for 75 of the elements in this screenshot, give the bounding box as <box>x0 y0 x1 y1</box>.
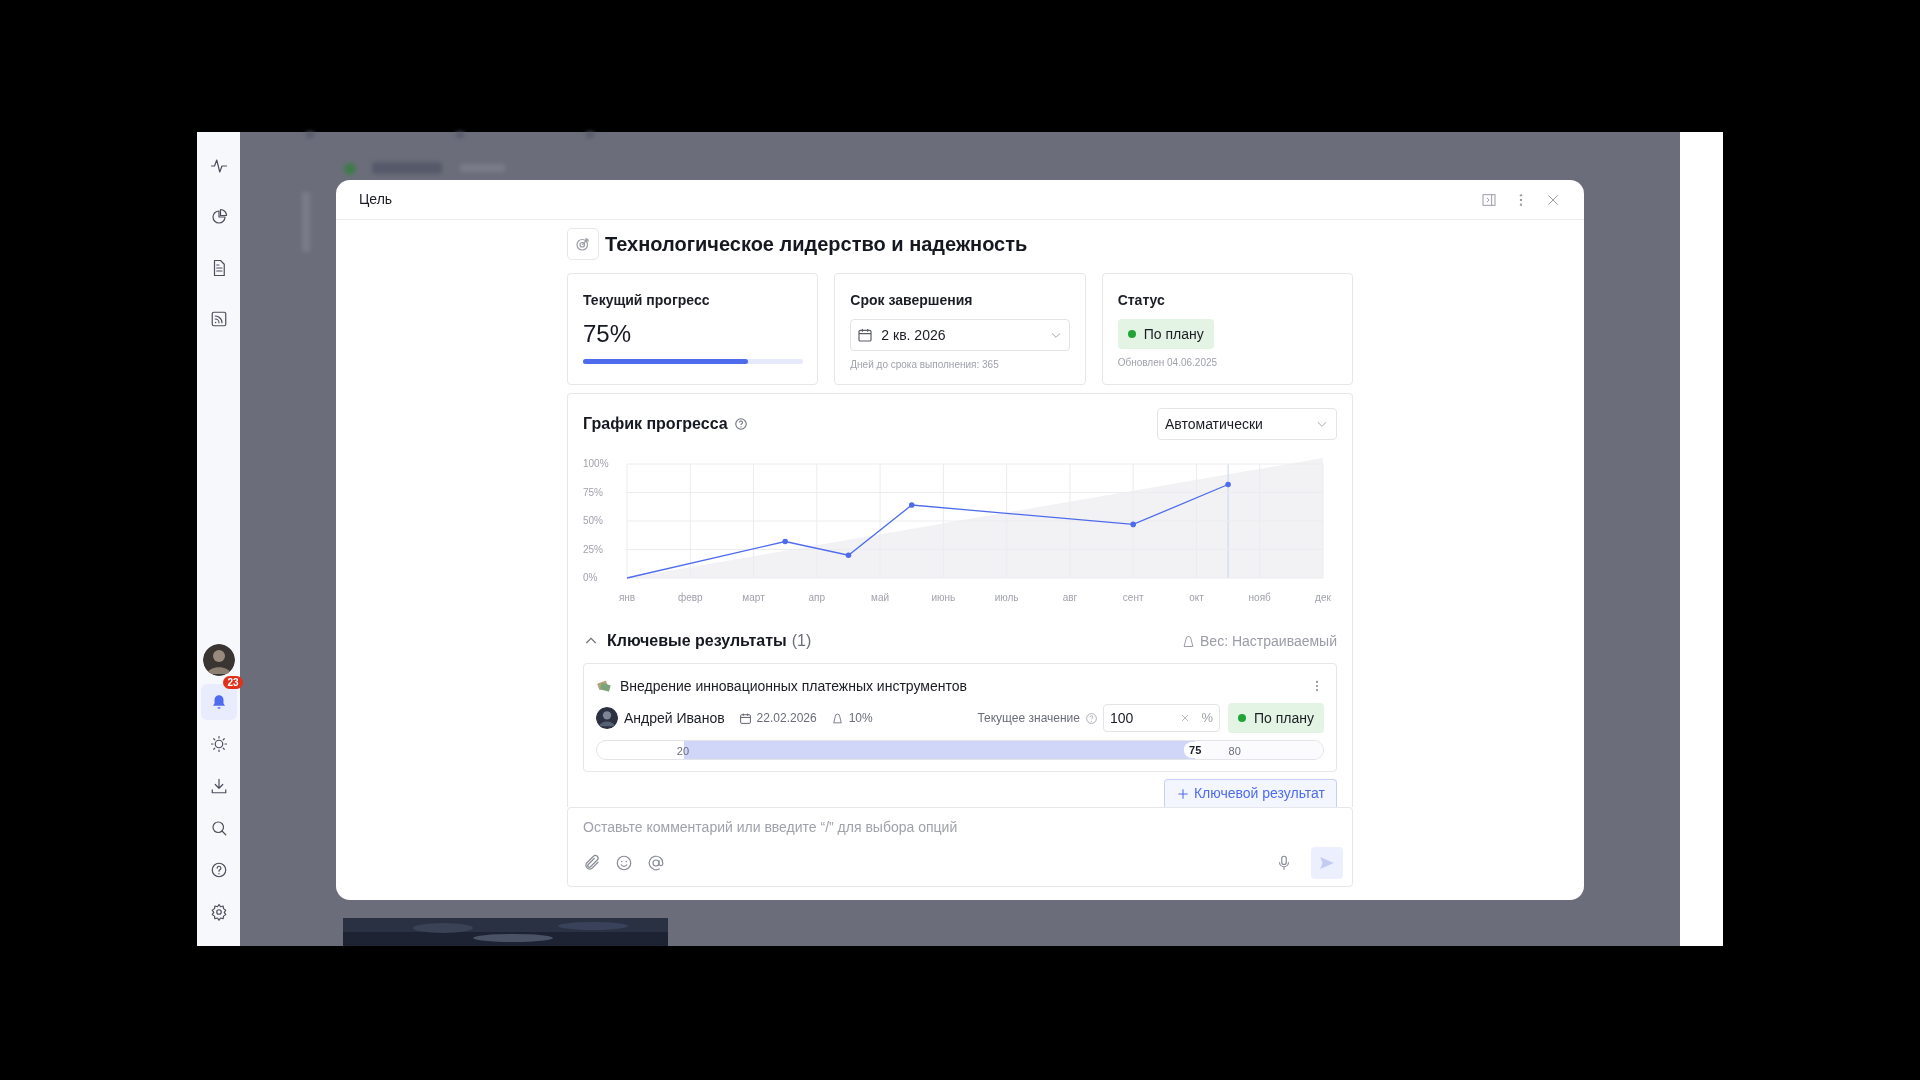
current-value-handle[interactable]: 75 <box>1184 742 1207 758</box>
download-icon <box>209 777 228 795</box>
feed-icon <box>209 310 228 328</box>
add-key-result-button[interactable]: Ключевой результат <box>1163 779 1337 807</box>
help-icon[interactable] <box>733 417 748 431</box>
chart-title: График прогресса <box>583 414 728 434</box>
x-tick-label: нояб <box>1248 592 1271 604</box>
value-label: Текущее значение <box>977 710 1080 727</box>
card-heading: Текущий прогресс <box>583 291 711 310</box>
help-icon <box>209 861 228 879</box>
mention-icon[interactable] <box>647 854 665 872</box>
target-icon <box>574 235 592 253</box>
data-point <box>1225 481 1231 488</box>
dialog-title: Цель <box>359 190 393 209</box>
owner-name: Андрей Иванов <box>624 708 725 728</box>
result-weight: 10% <box>848 710 873 727</box>
x-tick-label: май <box>871 592 890 604</box>
x-tick-label: июль <box>994 592 1019 604</box>
y-tick-label: 25% <box>583 543 603 556</box>
x-tick-label: сент <box>1122 592 1144 604</box>
goal-title: Технологическое лидерство и надежность <box>605 232 1028 257</box>
card-heading: Статус <box>1117 291 1166 310</box>
y-tick-label: 0% <box>583 572 598 584</box>
search-icon <box>209 819 228 837</box>
status-badge[interactable]: По плану <box>1228 703 1324 733</box>
notification-count: 23 <box>223 676 243 689</box>
bell-button[interactable] <box>200 684 237 720</box>
sun-icon <box>209 735 228 753</box>
card-heading: Срок завершения <box>850 291 974 310</box>
x-tick-label: авг <box>1062 592 1078 604</box>
status-note: Обновлен 04.06.2025 <box>1117 356 1219 370</box>
section-title: Ключевые результаты <box>607 631 787 651</box>
result-count: (1) <box>791 631 812 651</box>
avatar <box>596 707 618 729</box>
send-icon <box>1318 854 1336 872</box>
data-point <box>845 552 852 558</box>
data-point <box>908 502 915 508</box>
side-panel-button[interactable] <box>1481 191 1497 208</box>
key-result-title[interactable]: Внедрение инновационных платежных инструментов <box>620 675 967 697</box>
x-tick-label: март <box>742 592 765 604</box>
plus-icon <box>1175 786 1190 801</box>
x-tick-label: дек <box>1315 592 1331 604</box>
status-badge[interactable]: По плану <box>1117 319 1214 349</box>
data-point <box>782 538 788 545</box>
comment-field[interactable]: Оставьте комментарий или введите “/” для выбора опций <box>583 817 1337 837</box>
attachment-icon[interactable] <box>583 854 601 872</box>
data-point <box>1130 521 1136 528</box>
y-tick-label: 50% <box>583 515 603 527</box>
activity-icon <box>209 157 228 175</box>
progress-value: 75% <box>583 319 633 349</box>
start-value: 20 <box>676 744 690 759</box>
deadline-note: Дней до срока выполнения: 365 <box>850 358 1000 372</box>
x-tick-label: окт <box>1189 592 1204 604</box>
y-tick-label: 75% <box>583 486 603 499</box>
avatar[interactable] <box>202 644 235 676</box>
weight-icon <box>830 711 844 725</box>
settings-icon <box>209 903 228 921</box>
x-tick-label: февр <box>677 592 703 604</box>
deadline-dropdown[interactable]: 2 кв. 2026 <box>850 319 1071 351</box>
x-tick-label: янв <box>618 592 636 604</box>
calendar-icon <box>738 711 752 725</box>
unit-label: % <box>1201 709 1213 728</box>
target-value: 80 <box>1228 744 1241 759</box>
pie-chart-icon <box>209 208 228 226</box>
x-tick-label: апр <box>808 592 826 604</box>
money-icon <box>596 678 612 694</box>
y-tick-label: 100% <box>583 458 609 470</box>
due-date: 22.02.2026 <box>756 710 817 727</box>
weight-mode: Вес: Настраиваемый <box>1200 631 1337 651</box>
value-field[interactable]: 100 % <box>1103 704 1220 732</box>
x-tick-label: июнь <box>931 592 956 604</box>
panel-icon <box>1481 191 1497 208</box>
calendar-icon <box>857 327 874 343</box>
emoji-icon[interactable] <box>615 854 633 872</box>
mode-dropdown[interactable]: Автоматически <box>1157 408 1337 440</box>
